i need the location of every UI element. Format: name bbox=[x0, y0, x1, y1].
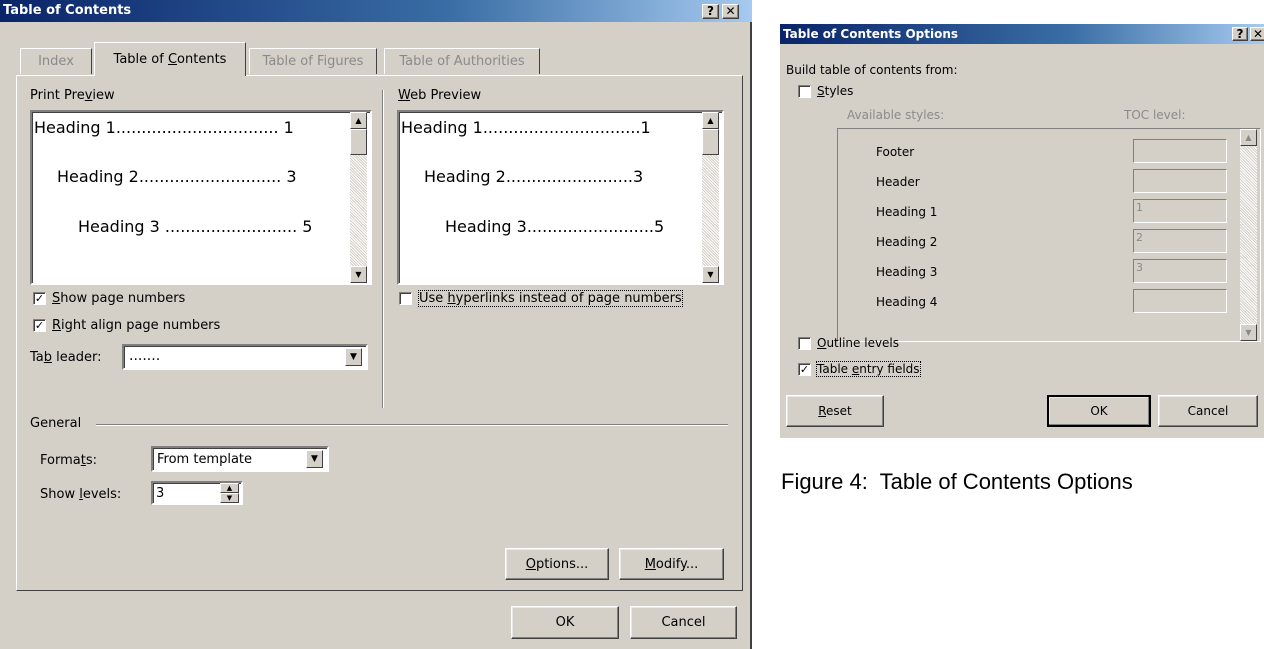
options-dialog-title: Table of Contents Options bbox=[783, 27, 959, 41]
web-preview-heading-3: Heading 3.........................5 bbox=[445, 217, 665, 236]
help-button[interactable]: ? bbox=[1232, 27, 1248, 41]
styles-list-scrollbar[interactable]: ▲ ▼ bbox=[1240, 129, 1257, 341]
style-name: Heading 4 bbox=[876, 295, 938, 309]
build-from-label: Build table of contents from: bbox=[786, 63, 958, 77]
outline-levels-label: Outline levels bbox=[817, 336, 900, 350]
scroll-up-arrow-icon[interactable]: ▲ bbox=[1240, 129, 1257, 146]
help-button[interactable]: ? bbox=[702, 4, 719, 19]
styles-list: Footer Header Heading 1 1 Heading 2 2 He… bbox=[837, 128, 1261, 342]
scroll-thumb[interactable] bbox=[350, 129, 367, 155]
print-preview-box: Heading 1...............................… bbox=[30, 110, 372, 285]
style-name: Header bbox=[876, 175, 920, 189]
toc-level-input[interactable]: 3 bbox=[1133, 259, 1227, 283]
show-levels-spinner[interactable]: 3 ▲ ▼ bbox=[151, 481, 243, 505]
toc-dialog-title: Table of Contents bbox=[3, 3, 132, 18]
print-preview-scrollbar[interactable]: ▲ ▼ bbox=[350, 112, 367, 283]
ok-button[interactable]: OK bbox=[511, 606, 619, 639]
spin-down-icon[interactable]: ▼ bbox=[220, 493, 239, 503]
show-levels-value: 3 bbox=[156, 486, 165, 501]
tab-table-of-authorities[interactable]: Table of Authorities bbox=[384, 48, 540, 74]
close-icon: ✕ bbox=[1252, 27, 1264, 41]
options-dialog-titlebar: Table of Contents Options bbox=[780, 24, 1264, 44]
right-align-checkbox[interactable]: ✓ bbox=[33, 319, 46, 332]
style-name: Heading 3 bbox=[876, 265, 938, 279]
figure-caption: Figure 4: Table of Contents Options bbox=[781, 469, 1133, 494]
web-preview-heading-2: Heading 2.........................3 bbox=[424, 167, 644, 186]
style-name: Heading 1 bbox=[876, 205, 938, 219]
styles-checkbox[interactable] bbox=[798, 85, 811, 98]
web-preview-box: Heading 1...............................… bbox=[397, 110, 724, 285]
toc-level-input[interactable]: 1 bbox=[1133, 199, 1227, 223]
table-entry-fields-checkbox[interactable]: ✓ bbox=[798, 363, 811, 376]
print-preview-label: Print Preview bbox=[30, 88, 115, 103]
print-preview-heading-3: Heading 3 .......................... 5 bbox=[78, 217, 313, 236]
toc-dialog-titlebar: Table of Contents bbox=[0, 0, 752, 22]
toc-level-label: TOC level: bbox=[1124, 108, 1186, 122]
show-page-numbers-label: Show page numbers bbox=[52, 291, 186, 306]
toc-level-input[interactable]: 2 bbox=[1133, 229, 1227, 253]
cancel-button[interactable]: Cancel bbox=[630, 606, 737, 639]
tab-leader-select[interactable]: ....... ▼ bbox=[122, 344, 368, 370]
web-preview-heading-1: Heading 1...............................… bbox=[401, 118, 651, 137]
show-page-numbers-checkbox[interactable]: ✓ bbox=[33, 292, 46, 305]
options-ok-button[interactable]: OK bbox=[1047, 395, 1151, 427]
close-icon: ✕ bbox=[725, 4, 736, 18]
formats-select[interactable]: From template ▼ bbox=[151, 446, 329, 472]
toc-dialog: Table of Contents ? ✕ Index Table of Con… bbox=[0, 0, 752, 649]
toc-level-input[interactable] bbox=[1133, 139, 1227, 163]
scroll-down-arrow-icon[interactable]: ▼ bbox=[1240, 324, 1257, 341]
show-levels-label: Show levels: bbox=[40, 487, 122, 502]
scroll-up-arrow-icon[interactable]: ▲ bbox=[350, 112, 367, 129]
tab-leader-value: ....... bbox=[129, 348, 161, 364]
close-button[interactable]: ✕ bbox=[1250, 27, 1264, 41]
outline-levels-checkbox[interactable] bbox=[798, 337, 811, 350]
styles-label: Styles bbox=[817, 84, 854, 98]
chevron-down-icon[interactable]: ▼ bbox=[345, 348, 362, 366]
scroll-down-arrow-icon[interactable]: ▼ bbox=[702, 266, 719, 283]
toc-level-input[interactable] bbox=[1133, 169, 1227, 193]
print-preview-heading-1: Heading 1...............................… bbox=[34, 118, 294, 137]
general-label: General bbox=[30, 416, 82, 431]
tab-table-of-figures[interactable]: Table of Figures bbox=[249, 48, 377, 74]
modify-button[interactable]: Modify... bbox=[619, 548, 724, 580]
tab-table-of-contents[interactable]: Table of Contents bbox=[94, 42, 246, 76]
spin-up-icon[interactable]: ▲ bbox=[220, 483, 239, 493]
scroll-thumb[interactable] bbox=[702, 129, 719, 155]
available-styles-label: Available styles: bbox=[847, 108, 945, 122]
use-hyperlinks-checkbox[interactable] bbox=[399, 292, 412, 305]
column-divider bbox=[382, 90, 384, 408]
options-cancel-button[interactable]: Cancel bbox=[1158, 395, 1258, 427]
chevron-down-icon[interactable]: ▼ bbox=[306, 450, 323, 468]
tab-index[interactable]: Index bbox=[20, 48, 92, 74]
options-button[interactable]: Options... bbox=[505, 548, 609, 580]
toc-level-input[interactable] bbox=[1133, 289, 1227, 313]
style-name: Heading 2 bbox=[876, 235, 938, 249]
web-preview-scrollbar[interactable]: ▲ ▼ bbox=[702, 112, 719, 283]
tab-leader-label: Tab leader: bbox=[30, 350, 102, 365]
toc-options-dialog: Table of Contents Options ? ✕ Build tabl… bbox=[780, 24, 1264, 438]
close-button[interactable]: ✕ bbox=[722, 4, 739, 19]
reset-button[interactable]: Reset bbox=[786, 395, 884, 427]
general-groove bbox=[96, 424, 728, 426]
use-hyperlinks-label: Use hyperlinks instead of page numbers bbox=[418, 290, 683, 307]
style-name: Footer bbox=[876, 145, 915, 159]
formats-value: From template bbox=[157, 452, 253, 467]
web-preview-label: Web Preview bbox=[398, 88, 482, 103]
print-preview-heading-2: Heading 2............................ 3 bbox=[57, 167, 297, 186]
table-entry-fields-label: Table entry fields bbox=[816, 361, 921, 377]
scroll-down-arrow-icon[interactable]: ▼ bbox=[350, 266, 367, 283]
scroll-up-arrow-icon[interactable]: ▲ bbox=[702, 112, 719, 129]
formats-label: Formats: bbox=[40, 453, 97, 468]
right-align-label: Right align page numbers bbox=[52, 318, 221, 333]
